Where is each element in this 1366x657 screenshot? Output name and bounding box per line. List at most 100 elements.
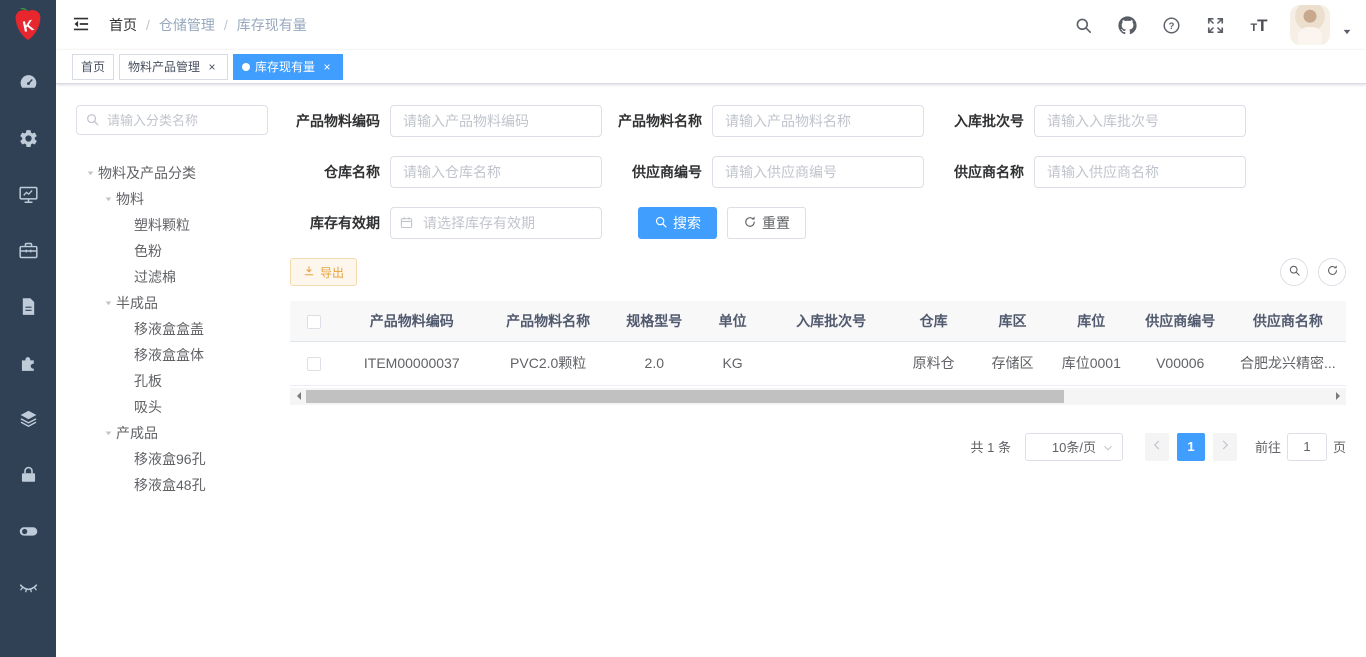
calendar-icon [399,215,414,233]
tree-node-移液盒盒盖[interactable]: 移液盒盒盖 [76,316,276,342]
sidebar-item-lock[interactable] [0,446,56,502]
field-label: 库存有效期 [290,213,390,233]
refresh-table-button[interactable] [1318,258,1346,286]
scrollbar-thumb[interactable] [306,390,1064,403]
tree-node-物料及产品分类[interactable]: 物料及产品分类 [76,160,276,186]
close-icon[interactable]: × [320,60,334,74]
column-header-规格型号: 规格型号 [611,301,697,341]
chevron-left-icon [1151,439,1163,454]
page-size-select[interactable]: 10条/页 [1025,433,1123,461]
batch-no-input[interactable] [1034,105,1246,137]
reset-button[interactable]: 重置 [727,207,806,239]
refresh-icon [1326,264,1339,280]
sidebar-item-layers[interactable] [0,390,56,446]
github-button[interactable] [1110,5,1144,45]
sidebar-item-document[interactable] [0,278,56,334]
tree-node-移液盒盒体[interactable]: 移液盒盒体 [76,342,276,368]
column-header-库位: 库位 [1052,301,1131,341]
refresh-icon [743,215,757,232]
breadcrumb-item: 仓储管理 [159,15,215,35]
tree-expand-caret[interactable] [82,169,98,178]
scroll-right-arrow[interactable] [1330,388,1346,405]
table-cell: KG [697,341,768,385]
total-count: 共 1 条 [971,437,1011,456]
export-button[interactable]: 导出 [290,258,357,286]
warehouse-name-input[interactable] [390,156,602,188]
breadcrumb-item[interactable]: 首页 [109,15,137,35]
category-search-input[interactable] [76,105,268,135]
supplier-name-input[interactable] [1034,156,1246,188]
search-button[interactable]: 搜索 [638,207,717,239]
search-icon [654,215,668,232]
tree-expand-caret[interactable] [100,195,116,204]
avatar[interactable] [1290,5,1330,45]
toolbox-icon [18,240,39,261]
horizontal-scrollbar[interactable] [290,388,1346,405]
tree-node-过滤棉[interactable]: 过滤棉 [76,264,276,290]
app-logo[interactable]: K [0,0,56,50]
breadcrumb: 首页/仓储管理/库存现有量 [109,15,307,35]
tab-label: 首页 [81,58,105,75]
tree-node-色粉[interactable]: 色粉 [76,238,276,264]
tab-库存现有量[interactable]: 库存现有量 × [233,54,343,80]
tab-label: 库存现有量 [255,58,315,75]
tab-首页[interactable]: 首页 [72,54,114,80]
prev-page-button[interactable] [1145,433,1169,461]
tree-node-label: 色粉 [134,241,162,261]
tree-node-塑料颗粒[interactable]: 塑料颗粒 [76,212,276,238]
question-button[interactable]: ? [1154,5,1188,45]
scrollbar-track[interactable] [306,388,1330,405]
row-select-cell [290,341,339,385]
search-button[interactable] [1066,5,1100,45]
field-item-name: 产品物料名称 [612,105,934,137]
fullscreen-button[interactable] [1198,5,1232,45]
export-button-label: 导出 [320,264,344,281]
tree-node-产成品[interactable]: 产成品 [76,420,276,446]
lock-icon [18,464,39,485]
item-code-input[interactable] [390,105,602,137]
sidebar-item-puzzle[interactable] [0,334,56,390]
font-size-button[interactable]: TT [1242,5,1276,45]
dashboard-icon [18,72,39,93]
page-number-1[interactable]: 1 [1177,433,1205,461]
tree-expand-caret[interactable] [100,429,116,438]
breadcrumb-separator: / [146,17,150,33]
tree-node-label: 移液盒盒盖 [134,319,204,339]
collapse-menu-button[interactable] [71,14,93,36]
tree-node-物料[interactable]: 物料 [76,186,276,212]
tree-node-移液盒96孔[interactable]: 移液盒96孔 [76,446,276,472]
sidebar-item-toolbox[interactable] [0,222,56,278]
column-header-产品物料编码: 产品物料编码 [339,301,486,341]
next-page-button[interactable] [1213,433,1237,461]
toggle-search-button[interactable] [1280,258,1308,286]
scroll-left-arrow[interactable] [290,388,306,405]
field-batch-no: 入库批次号 [934,105,1256,137]
select-all-header [290,301,339,341]
expiry-date-input[interactable] [390,207,602,239]
sidebar-item-toggle[interactable] [0,502,56,558]
sidebar-item-dashboard[interactable] [0,54,56,110]
tree-node-吸头[interactable]: 吸头 [76,394,276,420]
tree-node-孔板[interactable]: 孔板 [76,368,276,394]
sidebar-item-gear[interactable] [0,110,56,166]
logo-icon: K [11,7,45,43]
close-icon[interactable]: × [205,60,219,74]
download-icon [303,265,315,280]
tab-物料产品管理[interactable]: 物料产品管理× [119,54,228,80]
supplier-code-input[interactable] [712,156,924,188]
pagination: 共 1 条 10条/页 1 前往 页 [290,433,1346,461]
tree-node-移液盒48孔[interactable]: 移液盒48孔 [76,472,276,498]
field-label: 仓库名称 [290,162,390,182]
item-name-input[interactable] [712,105,924,137]
tree-expand-caret[interactable] [100,299,116,308]
eye-closed-icon [18,576,39,597]
tree-node-半成品[interactable]: 半成品 [76,290,276,316]
chevron-down-icon[interactable] [1342,24,1352,40]
search-icon [1288,264,1301,280]
sidebar-item-eye-closed[interactable] [0,558,56,614]
goto-page-input[interactable] [1287,433,1327,461]
sidebar-item-monitor-chart[interactable] [0,166,56,222]
row-checkbox[interactable] [307,357,321,371]
select-all-checkbox[interactable] [307,315,321,329]
page-unit-label: 页 [1333,437,1346,456]
